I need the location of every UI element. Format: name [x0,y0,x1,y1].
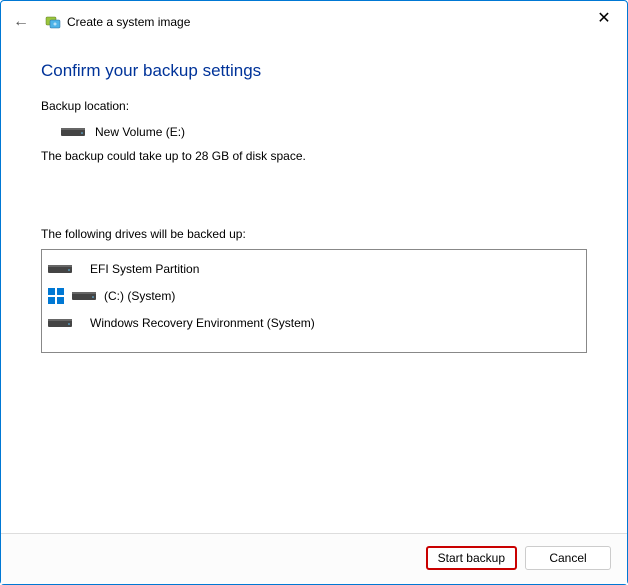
start-backup-button[interactable]: Start backup [426,546,517,570]
close-icon[interactable]: ✕ [589,7,619,29]
cancel-button[interactable]: Cancel [525,546,611,570]
list-item: (C:) (System) [46,282,582,310]
backup-location-value: New Volume (E:) [95,125,185,139]
drives-list-label: The following drives will be backed up: [41,227,587,241]
button-label: Start backup [438,551,505,565]
windows-logo-icon [48,288,64,304]
drive-name: (C:) (System) [104,289,175,303]
back-arrow-icon[interactable]: ← [11,11,31,33]
drive-icon [48,263,72,275]
drive-icon [72,290,96,302]
drive-name: Windows Recovery Environment (System) [90,316,315,330]
size-note: The backup could take up to 28 GB of dis… [41,149,587,163]
drive-name: EFI System Partition [90,262,199,276]
backup-location-label: Backup location: [41,99,587,113]
list-item: Windows Recovery Environment (System) [46,310,582,336]
backup-location-row: New Volume (E:) [41,123,587,141]
system-image-icon [45,14,61,30]
drive-icon [48,317,72,329]
content-area: Confirm your backup settings Backup loca… [1,39,627,533]
drive-icon [61,126,85,138]
drives-listbox: EFI System Partition (C:) (System) [41,249,587,353]
button-label: Cancel [549,551,586,565]
page-heading: Confirm your backup settings [41,61,587,81]
list-item: EFI System Partition [46,256,582,282]
footer: Start backup Cancel [1,533,627,584]
titlebar: ← Create a system image ✕ [1,1,627,39]
wizard-title: Create a system image [67,15,190,29]
